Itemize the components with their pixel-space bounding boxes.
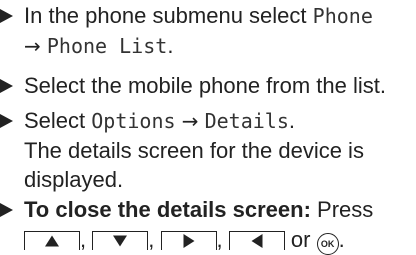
step-4-heading: To close the details screen: [24, 197, 311, 222]
menu-options: Options [91, 109, 176, 133]
down-arrow-key-icon [92, 231, 149, 250]
period: . [167, 33, 174, 58]
step-4-line-2: , , , or OK. [24, 226, 345, 255]
separator: , [216, 227, 223, 252]
step-2-text: Select the mobile phone from the list. [24, 73, 386, 98]
step-3-result-line-2: displayed. [24, 167, 124, 192]
step-4-line-1: To close the details screen: Press [24, 196, 373, 224]
menu-phone: Phone [312, 4, 373, 28]
bullet-triangle-icon [0, 79, 13, 93]
step-1-line-1: In the phone submenu select Phone [24, 2, 373, 30]
step-1-line-2: → Phone List. [24, 32, 173, 60]
step-4-action: Press [310, 197, 374, 222]
step-1-text: In the phone submenu select [24, 3, 313, 28]
step-3-line-1: Select Options → Details. [24, 107, 295, 135]
or-text: or [290, 227, 311, 252]
bullet-triangle-icon [0, 203, 13, 217]
bullet-triangle-icon [0, 9, 13, 23]
left-arrow-key-icon [228, 231, 285, 250]
separator: , [148, 227, 155, 252]
right-arrow-key-icon [160, 231, 217, 250]
menu-arrow: → [181, 109, 199, 133]
menu-details: Details [204, 109, 289, 133]
period: . [288, 108, 295, 133]
menu-phone-list: Phone List [46, 34, 168, 58]
step-3-text: Select [24, 108, 92, 133]
menu-arrow: → [24, 34, 41, 58]
bullet-triangle-icon [0, 114, 13, 128]
separator: , [80, 227, 87, 252]
ok-button-icon: OK [316, 233, 339, 255]
period: . [338, 227, 345, 252]
up-arrow-key-icon [24, 231, 80, 250]
step-3-result-line-1: The details screen for the device is [24, 138, 364, 163]
